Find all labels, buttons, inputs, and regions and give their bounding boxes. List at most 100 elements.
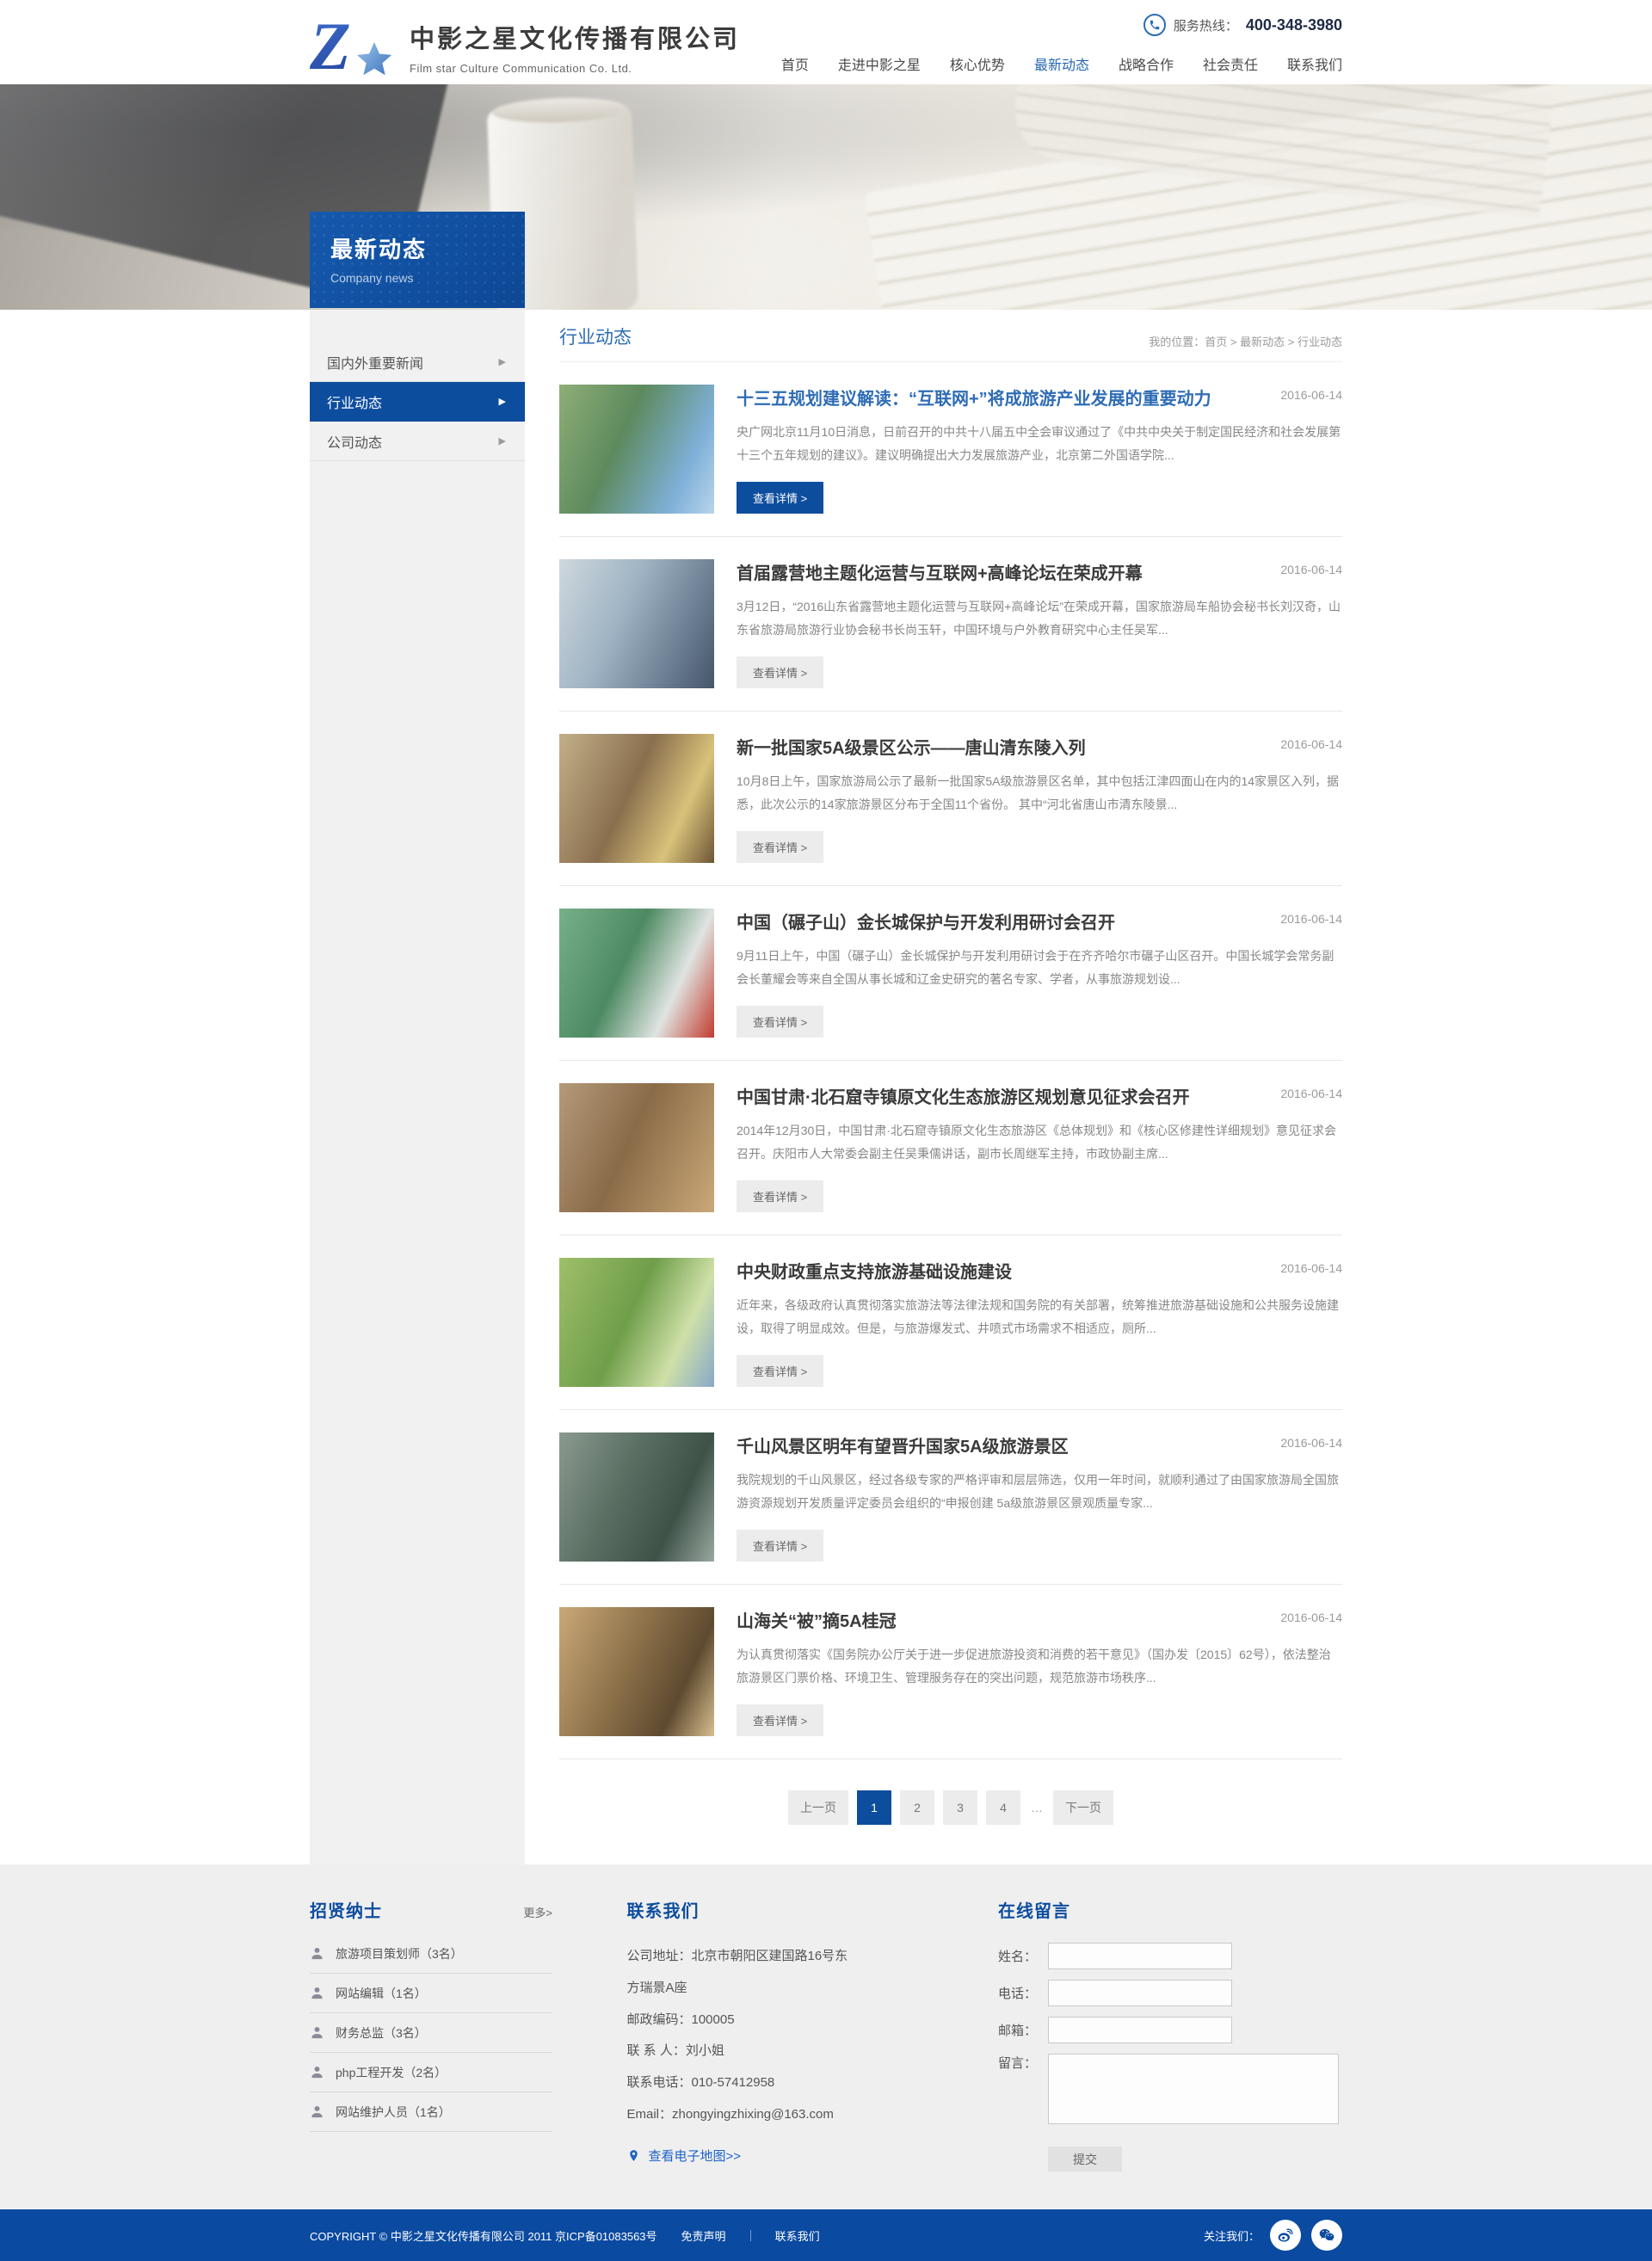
contact-link[interactable]: 联系我们 xyxy=(775,2227,820,2244)
news-date: 2016-06-14 xyxy=(1280,1258,1342,1275)
arrow-right-icon: ▶ xyxy=(499,396,506,407)
news-title[interactable]: 首届露营地主题化运营与互联网+高峰论坛在荣成开幕 xyxy=(737,559,1143,584)
message-label: 留言： xyxy=(998,2054,1048,2072)
news-item: 中央财政重点支持旅游基础设施建设 2016-06-14 近年来，各级政府认真贯彻… xyxy=(559,1235,1342,1410)
message-title: 在线留言 xyxy=(998,1897,1342,1922)
news-thumbnail[interactable] xyxy=(559,385,714,514)
news-title[interactable]: 十三五规划建议解读：“互联网+”将成旅游产业发展的重要动力 xyxy=(737,385,1211,410)
company-name-en: Film star Culture Communication Co. Ltd. xyxy=(410,62,740,75)
view-detail-button[interactable]: 查看详情 > xyxy=(737,482,823,514)
news-title[interactable]: 中国甘肃·北石窟寺镇原文化生态旅游区规划意见征求会召开 xyxy=(737,1083,1190,1108)
disclaimer-link[interactable]: 免责声明 xyxy=(681,2227,726,2244)
page-number-button[interactable]: 3 xyxy=(943,1790,977,1825)
news-title[interactable]: 山海关“被”摘5A桂冠 xyxy=(737,1607,897,1632)
nav-item[interactable]: 核心优势 xyxy=(950,53,1005,74)
sidebar-menu-item[interactable]: 行业动态 ▶ xyxy=(310,382,525,422)
news-thumbnail[interactable] xyxy=(559,1258,714,1387)
breadcrumb-home[interactable]: 首页 xyxy=(1205,336,1227,348)
footer: 招贤纳士 更多> 旅游项目策划师（3名） 网站编辑（1名） xyxy=(0,1864,1652,2209)
news-date: 2016-06-14 xyxy=(1280,1083,1342,1100)
person-icon xyxy=(310,2104,324,2119)
nav-item[interactable]: 走进中影之星 xyxy=(838,53,921,74)
divider xyxy=(750,2230,751,2241)
news-title[interactable]: 中国（碾子山）金长城保护与开发利用研讨会召开 xyxy=(737,909,1115,933)
job-item[interactable]: php工程开发（2名） xyxy=(310,2053,552,2092)
next-page-button[interactable]: 下一页 xyxy=(1053,1790,1113,1825)
job-item[interactable]: 网站维护人员（1名） xyxy=(310,2092,552,2132)
phone-label: 电话： xyxy=(998,1984,1048,2002)
phone-icon xyxy=(1143,14,1166,36)
view-detail-button[interactable]: 查看详情 > xyxy=(737,1180,823,1212)
company-name: 中影之星文化传播有限公司 xyxy=(410,19,740,55)
sidebar-item-label: 公司动态 xyxy=(327,431,382,452)
job-item[interactable]: 财务总监（3名） xyxy=(310,2013,552,2053)
contact-line: 方瑞景A座 xyxy=(627,1973,924,2005)
message-form: 姓名： 电话： 邮箱： 留言： 提交 xyxy=(998,1943,1342,2172)
view-detail-button[interactable]: 查看详情 > xyxy=(737,656,823,688)
view-detail-button[interactable]: 查看详情 > xyxy=(737,1355,823,1387)
news-thumbnail[interactable] xyxy=(559,1432,714,1562)
news-item: 中国（碾子山）金长城保护与开发利用研讨会召开 2016-06-14 9月11日上… xyxy=(559,886,1342,1061)
news-title[interactable]: 千山风景区明年有望晋升国家5A级旅游景区 xyxy=(737,1432,1069,1457)
message-field[interactable] xyxy=(1048,2054,1339,2124)
sidebar-item-label: 行业动态 xyxy=(327,391,382,412)
contact-line: 邮政编码：100005 xyxy=(627,2005,924,2036)
email-field[interactable] xyxy=(1048,2017,1232,2043)
person-icon xyxy=(310,2025,324,2040)
job-item[interactable]: 旅游项目策划师（3名） xyxy=(310,1934,552,1974)
news-thumbnail[interactable] xyxy=(559,1083,714,1212)
view-detail-button[interactable]: 查看详情 > xyxy=(737,1006,823,1038)
sidebar: 最新动态 Company news 国内外重要新闻 ▶ 行业动态 ▶ xyxy=(310,310,525,1864)
name-label: 姓名： xyxy=(998,1947,1048,1965)
sidebar-menu-item[interactable]: 国内外重要新闻 ▶ xyxy=(310,342,525,382)
news-thumbnail[interactable] xyxy=(559,1607,714,1736)
page-number-button[interactable]: 4 xyxy=(986,1790,1020,1825)
map-link[interactable]: 查看电子地图>> xyxy=(649,2147,742,2165)
company-logo: Z xyxy=(310,15,396,77)
nav-item[interactable]: 首页 xyxy=(781,53,809,74)
news-date: 2016-06-14 xyxy=(1280,734,1342,751)
view-detail-button[interactable]: 查看详情 > xyxy=(737,1704,823,1736)
prev-page-button[interactable]: 上一页 xyxy=(788,1790,848,1825)
view-detail-button[interactable]: 查看详情 > xyxy=(737,1530,823,1562)
submit-button[interactable]: 提交 xyxy=(1048,2147,1122,2172)
sidebar-menu-item[interactable]: 公司动态 ▶ xyxy=(310,422,525,461)
sidebar-item-label: 国内外重要新闻 xyxy=(327,352,423,373)
nav-item[interactable]: 最新动态 xyxy=(1034,53,1089,74)
email-label: 邮箱： xyxy=(998,2021,1048,2039)
news-item: 新一批国家5A级景区公示——唐山清东陵入列 2016-06-14 10月8日上午… xyxy=(559,712,1342,886)
page-number-button[interactable]: 1 xyxy=(857,1790,891,1825)
pagination-ellipsis: … xyxy=(1029,1801,1045,1814)
breadcrumb-news[interactable]: 最新动态 xyxy=(1240,336,1285,348)
nav-item[interactable]: 战略合作 xyxy=(1119,53,1174,74)
map-link-row: 查看电子地图>> xyxy=(627,2147,924,2165)
logo-z-letter: Z xyxy=(310,9,351,83)
news-title[interactable]: 中央财政重点支持旅游基础设施建设 xyxy=(737,1258,1012,1283)
news-title[interactable]: 新一批国家5A级景区公示——唐山清东陵入列 xyxy=(737,734,1086,759)
job-item[interactable]: 网站编辑（1名） xyxy=(310,1974,552,2013)
recruit-more-link[interactable]: 更多> xyxy=(523,1904,552,1920)
wechat-icon[interactable] xyxy=(1311,2220,1342,2251)
nav-item[interactable]: 社会责任 xyxy=(1203,53,1258,74)
view-detail-button[interactable]: 查看详情 > xyxy=(737,831,823,863)
breadcrumb: 我的位置：首页 > 最新动态 > 行业动态 xyxy=(1149,333,1342,349)
contact-line: 联系电话：010-57412958 xyxy=(627,2067,924,2099)
phone-field[interactable] xyxy=(1048,1980,1232,2006)
person-icon xyxy=(310,2065,324,2079)
news-thumbnail[interactable] xyxy=(559,559,714,688)
name-field[interactable] xyxy=(1048,1943,1232,1969)
sidebar-menu: 国内外重要新闻 ▶ 行业动态 ▶ 公司动态 ▶ xyxy=(310,342,525,461)
news-date: 2016-06-14 xyxy=(1280,385,1342,402)
copyright-text: COPYRIGHT © 中影之星文化传播有限公司 2011 京ICP备01083… xyxy=(310,2227,657,2244)
weibo-icon[interactable] xyxy=(1270,2220,1301,2251)
news-item: 千山风景区明年有望晋升国家5A级旅游景区 2016-06-14 我院规划的千山风… xyxy=(559,1410,1342,1585)
news-thumbnail[interactable] xyxy=(559,909,714,1038)
brand[interactable]: Z 中影之星文化传播有限公司 Film star Culture Communi… xyxy=(310,0,740,84)
news-thumbnail[interactable] xyxy=(559,734,714,863)
page-number-button[interactable]: 2 xyxy=(900,1790,934,1825)
hotline-label: 服务热线： xyxy=(1174,16,1238,34)
news-description: 我院规划的千山风景区，经过各级专家的严格评审和层层筛选，仅用一年时间，就顺利通过… xyxy=(737,1469,1342,1516)
nav-item[interactable]: 联系我们 xyxy=(1287,53,1342,74)
news-description: 近年来，各级政府认真贯彻落实旅游法等法律法规和国务院的有关部署，统筹推进旅游基础… xyxy=(737,1294,1342,1341)
arrow-right-icon: ▶ xyxy=(499,435,506,447)
